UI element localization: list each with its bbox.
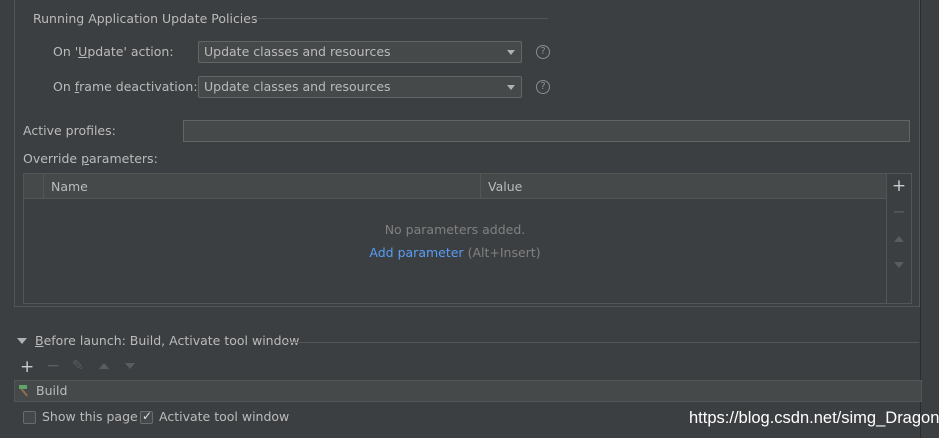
task-label: Build	[36, 383, 68, 398]
show-this-page-label[interactable]: Show this page	[42, 409, 138, 424]
active-profiles-label: Active profiles:	[23, 123, 116, 138]
watermark-text: https://blog.csdn.net/simg_Dragon	[689, 409, 939, 427]
add-parameter-shortcut: (Alt+Insert)	[467, 245, 541, 260]
before-launch-title[interactable]: Before launch: Build, Activate tool wind…	[35, 333, 299, 348]
arrow-down-icon[interactable]	[894, 262, 904, 268]
arrow-up-icon[interactable]	[894, 236, 904, 242]
on-update-action-dropdown[interactable]: Update classes and resources	[198, 41, 522, 63]
hammer-icon	[19, 385, 28, 397]
on-update-action-value: Update classes and resources	[204, 44, 391, 59]
panel-border-left	[14, 0, 15, 306]
plus-icon[interactable]: +	[20, 357, 34, 377]
pencil-icon[interactable]: ✎	[72, 358, 84, 374]
panel-border-bottom	[14, 306, 920, 307]
on-frame-deactivation-dropdown[interactable]: Update classes and resources	[198, 76, 522, 98]
collapse-arrow-icon[interactable]	[17, 338, 27, 344]
row-selector-column	[24, 174, 44, 198]
show-this-page-checkbox[interactable]	[23, 411, 36, 424]
chevron-down-icon	[507, 85, 515, 90]
minus-icon[interactable]: −	[46, 356, 60, 376]
before-launch-task-list: Build	[14, 380, 922, 402]
help-icon[interactable]: ?	[536, 80, 550, 94]
plus-icon[interactable]: +	[887, 174, 911, 198]
override-parameters-label: Override parameters:	[23, 151, 158, 166]
table-toolbar: + −	[887, 173, 912, 304]
on-frame-deactivation-label: On frame deactivation:	[53, 79, 198, 94]
group-title-update-policies: Running Application Update Policies	[33, 11, 258, 26]
activate-tool-window-checkbox[interactable]: ✓	[140, 409, 153, 424]
minus-icon[interactable]: −	[887, 200, 911, 224]
before-launch-separator	[285, 342, 919, 343]
active-profiles-input[interactable]	[183, 120, 910, 142]
on-update-label: On 'Update' action:	[53, 44, 174, 59]
on-frame-deactivation-value: Update classes and resources	[204, 79, 391, 94]
add-parameter-hint: Add parameter (Alt+Insert)	[24, 245, 886, 260]
chevron-down-icon	[507, 50, 515, 55]
check-icon: ✓	[142, 409, 153, 423]
activate-tool-window-label[interactable]: Activate tool window	[159, 409, 289, 424]
add-parameter-link[interactable]: Add parameter	[369, 245, 463, 260]
table-header: Name Value	[24, 174, 886, 199]
column-header-value[interactable]: Value	[488, 179, 522, 194]
column-divider[interactable]	[480, 174, 481, 198]
column-header-name[interactable]: Name	[51, 179, 88, 194]
override-parameters-table[interactable]: Name Value No parameters added. Add para…	[23, 173, 887, 304]
arrow-down-icon[interactable]	[125, 363, 135, 369]
help-icon[interactable]: ?	[536, 45, 550, 59]
arrow-up-icon[interactable]	[99, 363, 109, 369]
empty-table-message: No parameters added.	[384, 222, 526, 237]
group-separator	[250, 18, 548, 19]
vertical-scrollbar[interactable]	[920, 0, 939, 438]
